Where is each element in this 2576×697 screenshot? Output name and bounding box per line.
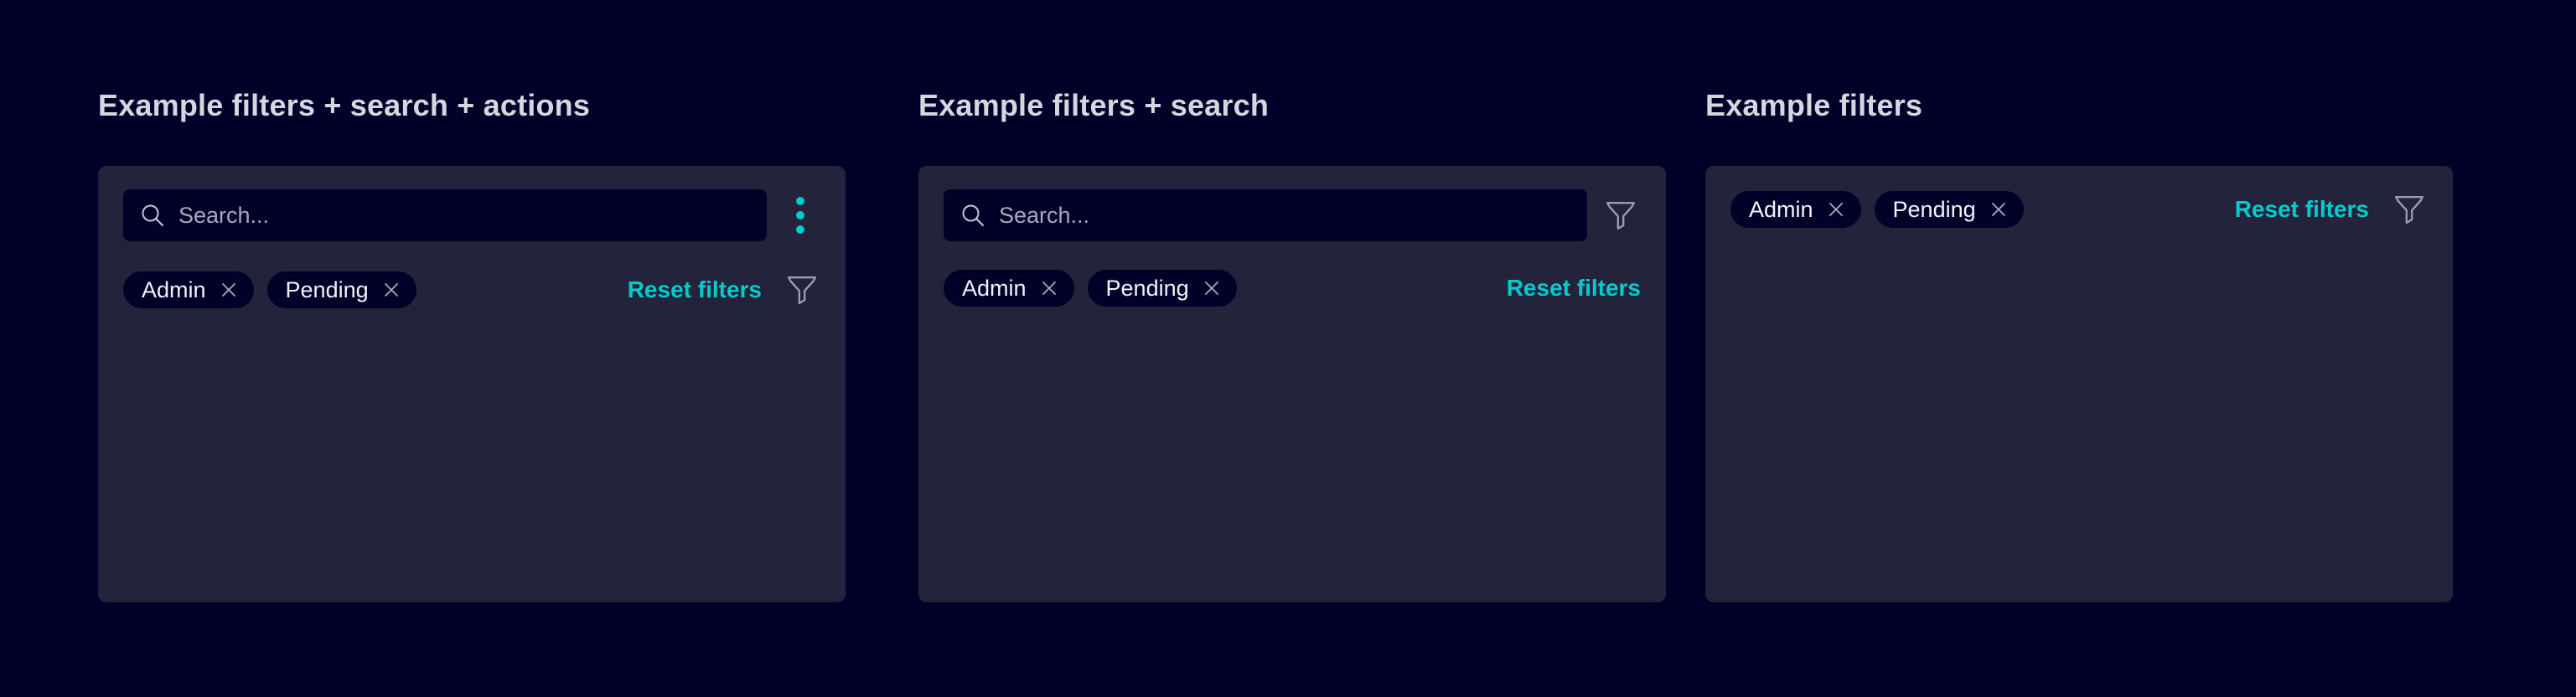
filter-icon-button[interactable]: [784, 270, 820, 310]
filter-chip: Admin: [123, 271, 254, 308]
search-row: [944, 189, 1641, 241]
x-close-icon: [221, 283, 235, 297]
chip-remove-button[interactable]: [1826, 199, 1846, 219]
filter-panel: Admin Pending Reset: [98, 166, 846, 602]
chip-label: Admin: [1749, 197, 1813, 222]
filter-funnel-icon: [1606, 202, 1636, 230]
x-close-icon: [384, 283, 398, 297]
search-icon: [962, 204, 984, 226]
filter-chips-row: Admin Pending Reset filters: [1730, 189, 2428, 230]
search-input[interactable]: [178, 202, 750, 229]
x-close-icon: [1204, 281, 1218, 295]
chip-remove-button[interactable]: [1202, 278, 1222, 298]
filter-chips-row: Admin Pending Reset filters: [944, 270, 1641, 307]
actions-kebab-button[interactable]: [780, 189, 820, 241]
search-icon: [142, 204, 163, 226]
reset-filters-button[interactable]: Reset filters: [628, 276, 762, 303]
search-field: [944, 189, 1587, 241]
filter-chip: Admin: [944, 270, 1074, 307]
search-input[interactable]: [999, 202, 1570, 229]
filter-chip: Pending: [1874, 191, 2024, 228]
filter-chip: Pending: [266, 271, 416, 308]
search-row: [123, 189, 820, 241]
x-close-icon: [1042, 281, 1056, 295]
chip-label: Pending: [285, 277, 369, 302]
section-filters-search-actions: Example filters + search + actions Searc…: [98, 86, 846, 602]
reset-filters-button[interactable]: Reset filters: [2235, 196, 2369, 223]
filter-funnel-icon: [787, 276, 817, 304]
panel-title: Example filters + search: [918, 88, 1270, 122]
filter-funnel-icon: [2394, 196, 2424, 224]
panel-title: Example filters + search + actions: [98, 88, 591, 122]
chip-label: Pending: [1105, 276, 1189, 301]
filter-panel: Admin Pending Reset: [918, 166, 1666, 602]
chip-remove-button[interactable]: [381, 280, 401, 300]
chip-label: Admin: [142, 277, 206, 302]
filter-icon-button[interactable]: [1601, 189, 1641, 241]
chip-remove-button[interactable]: [1989, 199, 2009, 219]
x-close-icon: [1829, 203, 1843, 216]
chip-remove-button[interactable]: [219, 280, 239, 300]
chip-label: Pending: [1892, 197, 1976, 222]
search-field: [123, 189, 767, 241]
section-filters-search: Example filters + search Search... Admin…: [918, 86, 1666, 602]
chip-label: Admin: [962, 276, 1027, 301]
chip-remove-button[interactable]: [1039, 278, 1059, 298]
x-close-icon: [1991, 203, 2005, 216]
filter-chip: Pending: [1087, 270, 1237, 307]
panel-title: Example filters: [1705, 88, 1923, 122]
reset-filters-button[interactable]: Reset filters: [1507, 275, 1641, 302]
page: Example filters + search + actions Searc…: [0, 0, 2576, 697]
filter-panel: Admin Pending Reset: [1705, 166, 2453, 602]
kebab-menu-icon: [796, 197, 804, 234]
section-filters: Example filters Admin Pending Reset filt…: [1705, 86, 2453, 602]
filter-chip: Admin: [1730, 191, 1861, 228]
filter-chips-row: Admin Pending Reset filters: [123, 270, 820, 310]
filter-icon-button[interactable]: [2391, 189, 2428, 230]
